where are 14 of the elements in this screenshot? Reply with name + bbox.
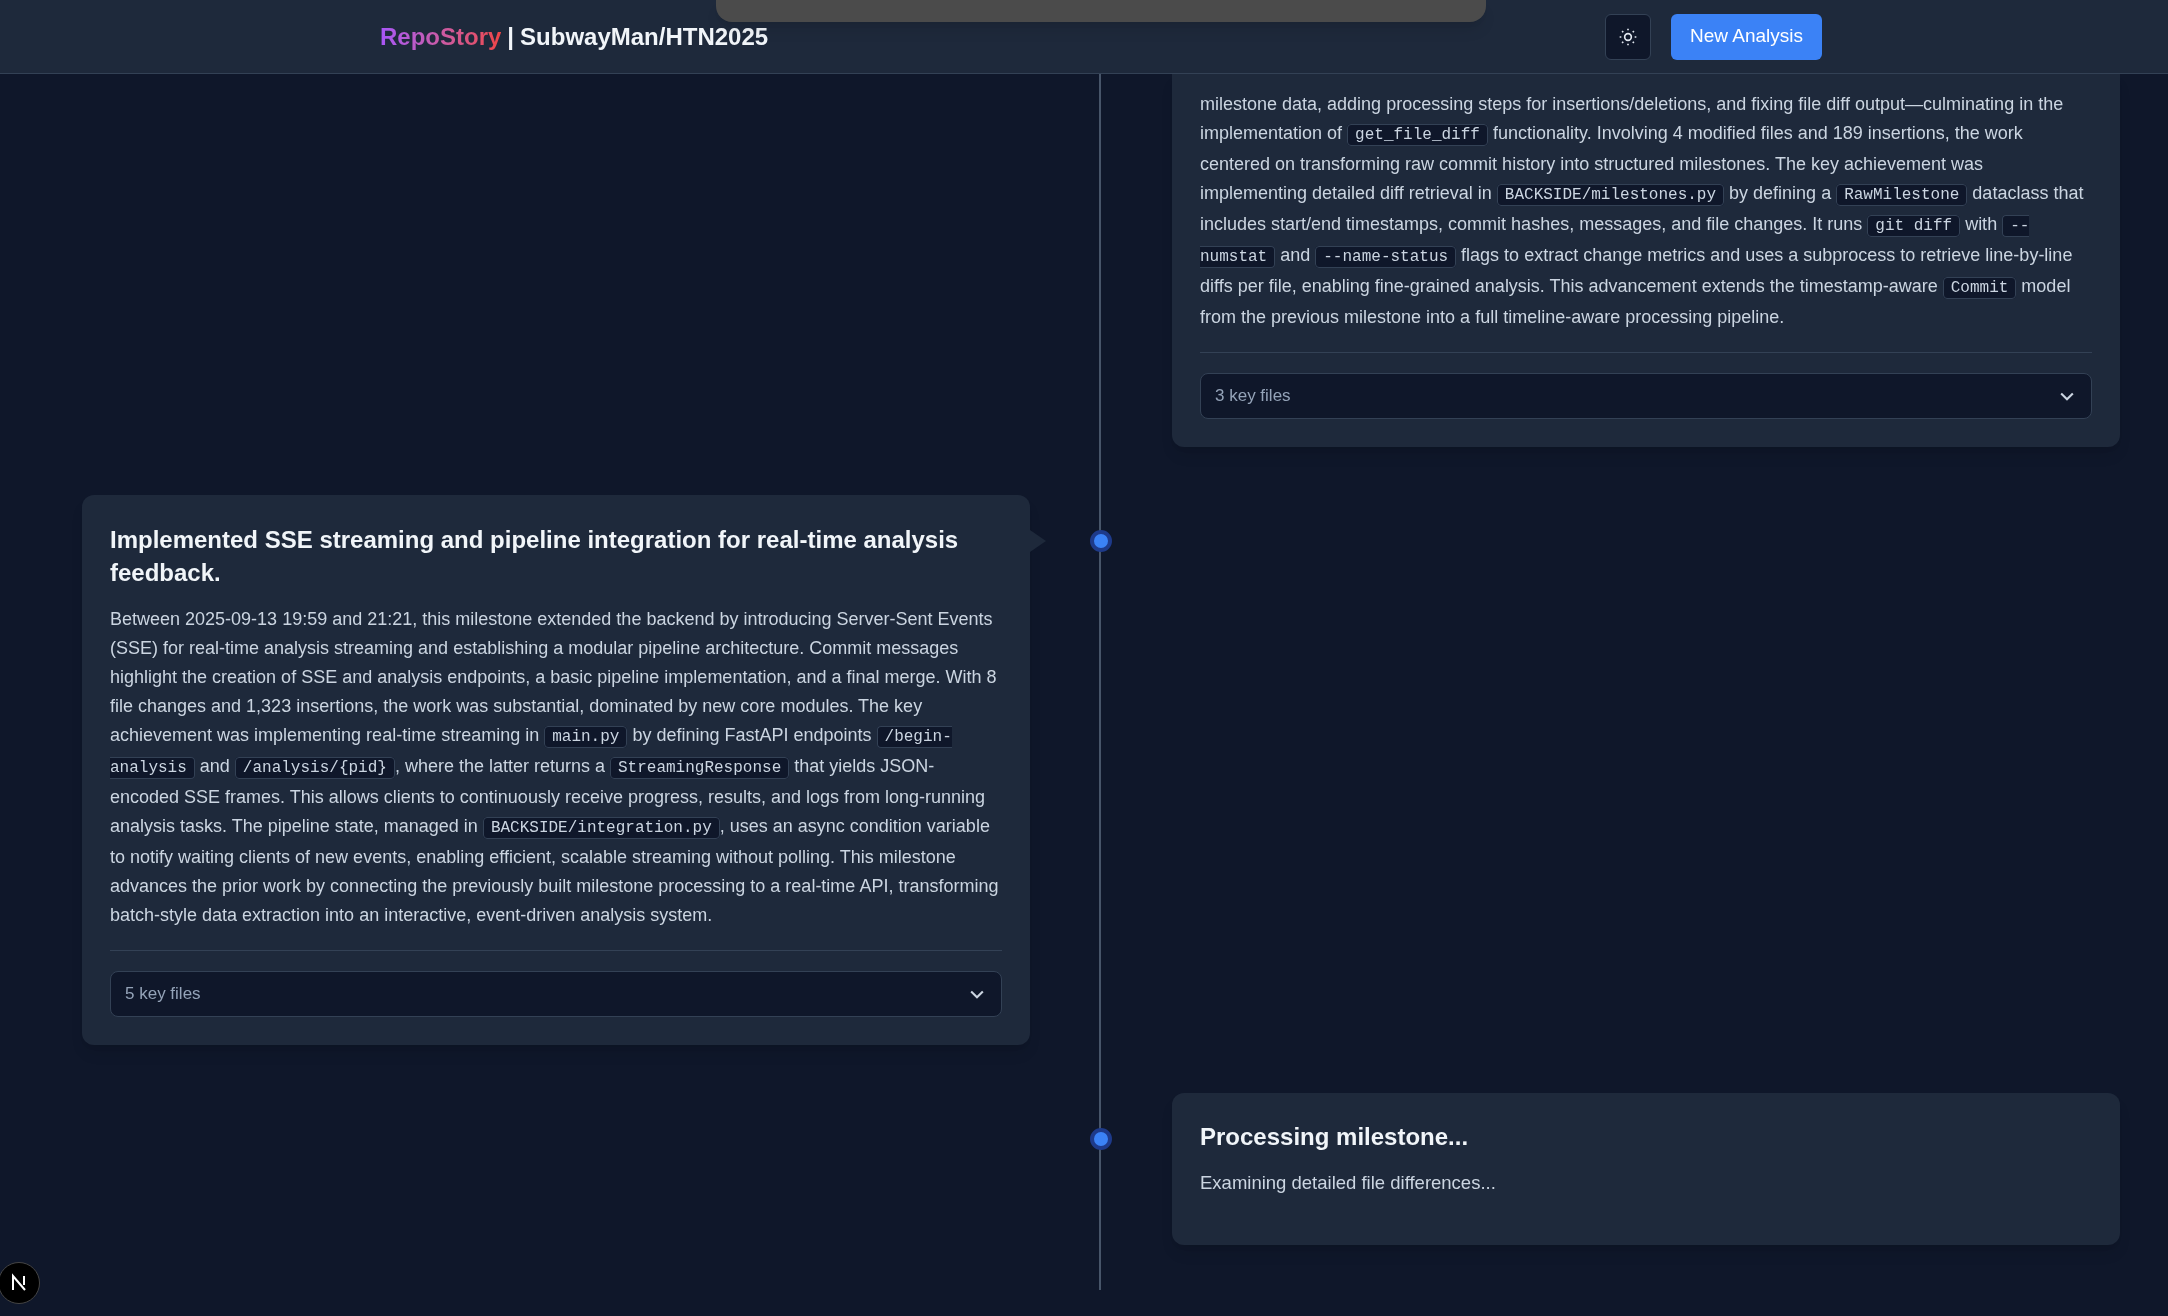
n-logo-icon <box>9 1273 29 1293</box>
key-files-dropdown[interactable]: 5 key files <box>110 971 1002 1017</box>
app-badge[interactable] <box>0 1262 40 1304</box>
new-analysis-button[interactable]: New Analysis <box>1671 13 1822 60</box>
milestone-title: Implemented SSE streaming and pipeline integration for real-time analysis feedback. <box>110 525 960 588</box>
milestone-summary: Between 2025-09-13 19:59 and 21:21, this milestone extended the backend by introducing Server-Sent Events (SSE) for real-time analysis streaming and establishing a modular pipeline architecture. Commit messages highlight the creation of SSE and analysis endpoints, a basic pipeline implementation, and a final merge. With 8 file changes and 1,323 insertions, the work was substantial, dominated by new core modules. The key achievement was implementing real-time streaming in main.py by defining FastAPI endpoints /begin-analysis and /analysis/{pid} , where the latter returns a StreamingResponse that yields JSON-encoded SSE frames. This allows clients to continuously receive progress, results, and logs from long-running analysis tasks. The pipeline state, managed in BACKSIDE/integration.py , uses an async condition variable to notify waiting clients of new events, enabling efficient, scalable streaming without polling. This milestone advances the prior work by connecting the previously built milestone processing to a real-time API, transforming batch-style data extraction into an interactive, event-driven analysis system. <box>110 608 1000 927</box>
sun-icon <box>1618 26 1638 47</box>
milestone-title: Processing milestone... <box>1200 1122 1470 1152</box>
theme-toggle-button[interactable] <box>1605 13 1651 60</box>
milestone-summary: milestone data, adding processing steps for insertions/deletions, and fixing file diff output—culminating in the implementation of get_file_diff functionality. Involving 4 modified files and 189 insertions, the work centered on transforming raw commit history into structured milestones. The key achievement was implementing detailed diff retrieval in BACKSIDE/milestones.py by defining a RawMilestone dataclass that includes start/end timestamps, commit hashes, messages, and file changes. It runs git diff with --numstat and --name-status flags to extract change metrics and uses a subprocess to retrieve line-by-line diffs per file, enabling fine-grained analysis. This advancement extends the timestamp-aware Commit model from the previous milestone into a full timeline-aware processing pipeline. <box>1200 93 2085 329</box>
title-separator: | <box>507 21 515 52</box>
processing-status: Examining detailed file differences... <box>1200 1171 1497 1195</box>
key-files-dropdown[interactable]: 3 key files <box>1200 373 2092 419</box>
repo-name: SubwayMan/HTN2025 <box>520 21 769 52</box>
